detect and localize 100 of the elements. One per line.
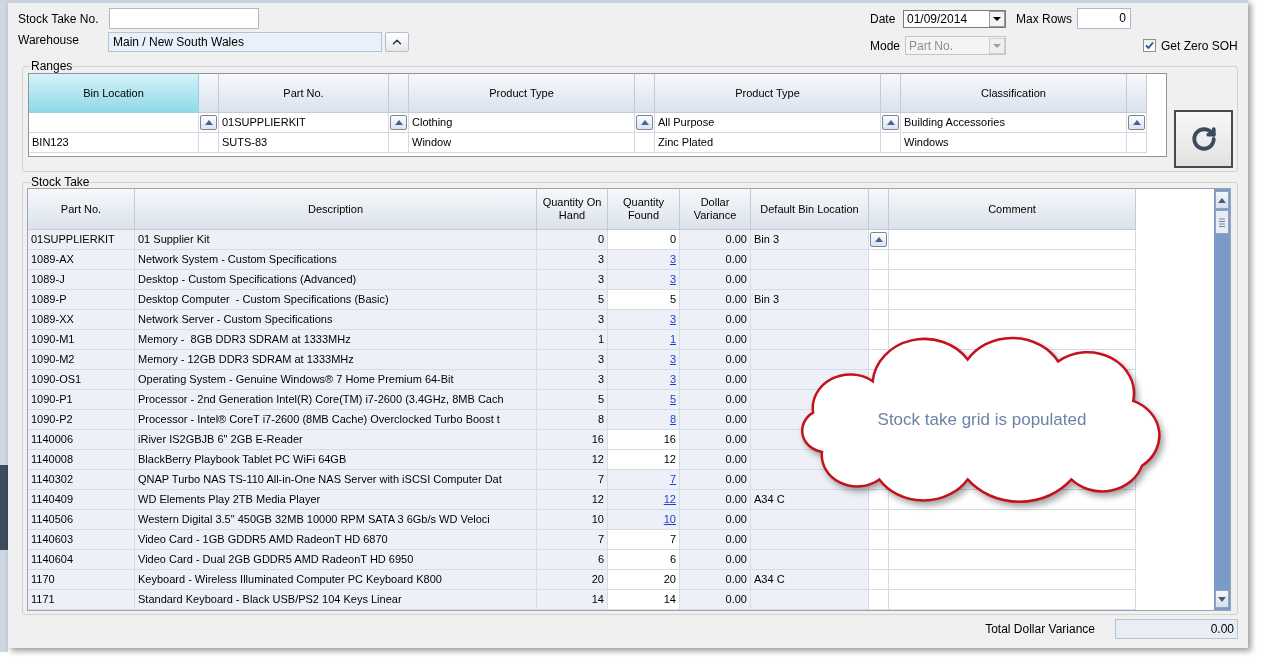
group-title: Stock Take — [30, 175, 91, 189]
max-rows-input[interactable]: 0 — [1077, 8, 1131, 29]
triangle-up-icon — [640, 120, 649, 125]
table-cell: Network System - Custom Specifications — [135, 250, 537, 270]
table-cell: 0.00 — [680, 290, 751, 310]
table-cell: 0.00 — [680, 350, 751, 370]
column-header[interactable]: Default Bin Location — [751, 189, 869, 230]
quantity-link[interactable]: 3 — [669, 313, 676, 325]
table-cell: 10 — [537, 510, 608, 530]
table-cell: 8 — [537, 410, 608, 430]
group-title: Ranges — [30, 59, 74, 73]
scroll-up-button[interactable] — [1215, 191, 1229, 209]
quantity-input[interactable]: 0 — [608, 230, 680, 250]
table-cell: All Purpose — [655, 113, 881, 133]
column-header — [389, 74, 409, 113]
callout-text: Stock take grid is populated — [877, 409, 1087, 432]
column-header[interactable]: Part No. — [219, 74, 389, 113]
column-header[interactable]: Quantity Found — [608, 189, 680, 230]
table-cell: 3 — [537, 370, 608, 390]
checkmark-icon — [1145, 41, 1154, 50]
field-label: Total Dollar Variance — [985, 621, 1095, 638]
scroll-down-button[interactable] — [1215, 590, 1229, 608]
scrollbar-thumb[interactable] — [1215, 210, 1229, 234]
column-header[interactable]: Comment — [889, 189, 1136, 230]
field-label: Mode — [870, 37, 902, 55]
table-cell: Processor - Intel® CoreT i7-2600 (8MB Cache) Overclocked Turbo Boost t — [135, 410, 537, 430]
quantity-input[interactable]: 14 — [608, 590, 680, 610]
triangle-up-icon — [204, 120, 213, 125]
table-cell: 6 — [537, 550, 608, 570]
vertical-scrollbar[interactable] — [1214, 189, 1230, 610]
column-header[interactable]: Product Type — [655, 74, 881, 113]
stock-take-no-input[interactable] — [109, 8, 259, 29]
table-cell: 1090-M2 — [28, 350, 135, 370]
table-cell: 01SUPPLIERKIT — [28, 230, 135, 250]
triangle-down-icon — [1218, 596, 1226, 602]
quantity-link[interactable]: 10 — [663, 513, 676, 525]
column-header[interactable]: Part No. — [28, 189, 135, 230]
table-cell: 1140008 — [28, 450, 135, 470]
table-cell: 1140604 — [28, 550, 135, 570]
quantity-link[interactable]: 8 — [669, 413, 676, 425]
table-cell: Video Card - 1GB GDDR5 AMD RadeonT HD 6870 — [135, 530, 537, 550]
table-cell: 16 — [537, 430, 608, 450]
column-header[interactable]: Description — [135, 189, 537, 230]
quantity-link[interactable]: 1 — [669, 333, 676, 345]
warehouse-lookup-button[interactable] — [385, 32, 409, 52]
table-cell: 1170 — [28, 570, 135, 590]
triangle-up-icon — [394, 120, 403, 125]
table-cell: SUTS-83 — [219, 133, 389, 153]
table-cell: 1090-M1 — [28, 330, 135, 350]
total-dollar-variance-field: 0.00 — [1115, 619, 1238, 639]
table-cell: 1140409 — [28, 490, 135, 510]
quantity-input[interactable]: 12 — [608, 450, 680, 470]
quantity-input[interactable]: 16 — [608, 430, 680, 450]
quantity-input[interactable]: 7 — [608, 530, 680, 550]
table-cell: 3 — [537, 250, 608, 270]
table-cell: 7 — [537, 470, 608, 490]
table-cell: Windows — [901, 133, 1127, 153]
column-header[interactable]: Bin Location — [29, 74, 199, 113]
triangle-up-icon — [1218, 197, 1226, 203]
field-label: Warehouse — [18, 32, 80, 49]
table-cell: 0.00 — [680, 450, 751, 470]
triangle-up-icon — [886, 120, 895, 125]
table-cell: 1140006 — [28, 430, 135, 450]
table-cell: 0.00 — [680, 490, 751, 510]
table-cell: 0.00 — [680, 270, 751, 290]
quantity-link[interactable]: 5 — [669, 393, 676, 405]
table-cell: 1090-OS1 — [28, 370, 135, 390]
quantity-link[interactable]: 12 — [663, 493, 676, 505]
refresh-button[interactable] — [1174, 110, 1233, 168]
quantity-link[interactable]: 3 — [669, 273, 676, 285]
table-cell: Clothing — [409, 113, 635, 133]
quantity-input[interactable]: 20 — [608, 570, 680, 590]
column-header[interactable]: Classification — [901, 74, 1127, 113]
table-cell: 3 — [537, 310, 608, 330]
quantity-input[interactable]: 6 — [608, 550, 680, 570]
quantity-input[interactable]: 5 — [608, 290, 680, 310]
checkbox-label: Get Zero SOH — [1161, 37, 1238, 55]
table-cell: 0.00 — [680, 230, 751, 250]
table-cell: 0.00 — [680, 470, 751, 490]
column-header[interactable]: Dollar Variance — [680, 189, 751, 230]
date-dropdown[interactable]: 01/09/2014 — [903, 9, 1006, 28]
table-cell: Bin 3 — [751, 230, 869, 250]
quantity-link[interactable]: 7 — [669, 473, 676, 485]
field-label: Max Rows — [1016, 10, 1073, 28]
table-cell: Keyboard - Wireless Illuminated Computer PC Keyboard K800 — [135, 570, 537, 590]
table-cell: Memory - 8GB DDR3 SDRAM at 1333MHz — [135, 330, 537, 350]
warehouse-field[interactable]: Main / New South Wales — [108, 32, 382, 52]
table-cell: 0.00 — [680, 510, 751, 530]
quantity-link[interactable]: 3 — [669, 353, 676, 365]
table-cell: Standard Keyboard - Black USB/PS2 104 Keys Linear — [135, 590, 537, 610]
quantity-link[interactable]: 3 — [669, 253, 676, 265]
table-cell: 0.00 — [680, 250, 751, 270]
quantity-link[interactable]: 3 — [669, 373, 676, 385]
column-header[interactable]: Quantity On Hand — [537, 189, 608, 230]
table-cell: 12 — [537, 490, 608, 510]
table-cell: QNAP Turbo NAS TS-110 All-in-One NAS Server with iSCSI Computer Dat — [135, 470, 537, 490]
table-cell: 0.00 — [680, 430, 751, 450]
get-zero-soh-checkbox[interactable] — [1143, 39, 1156, 52]
column-header[interactable]: Product Type — [409, 74, 635, 113]
table-cell: 1140302 — [28, 470, 135, 490]
